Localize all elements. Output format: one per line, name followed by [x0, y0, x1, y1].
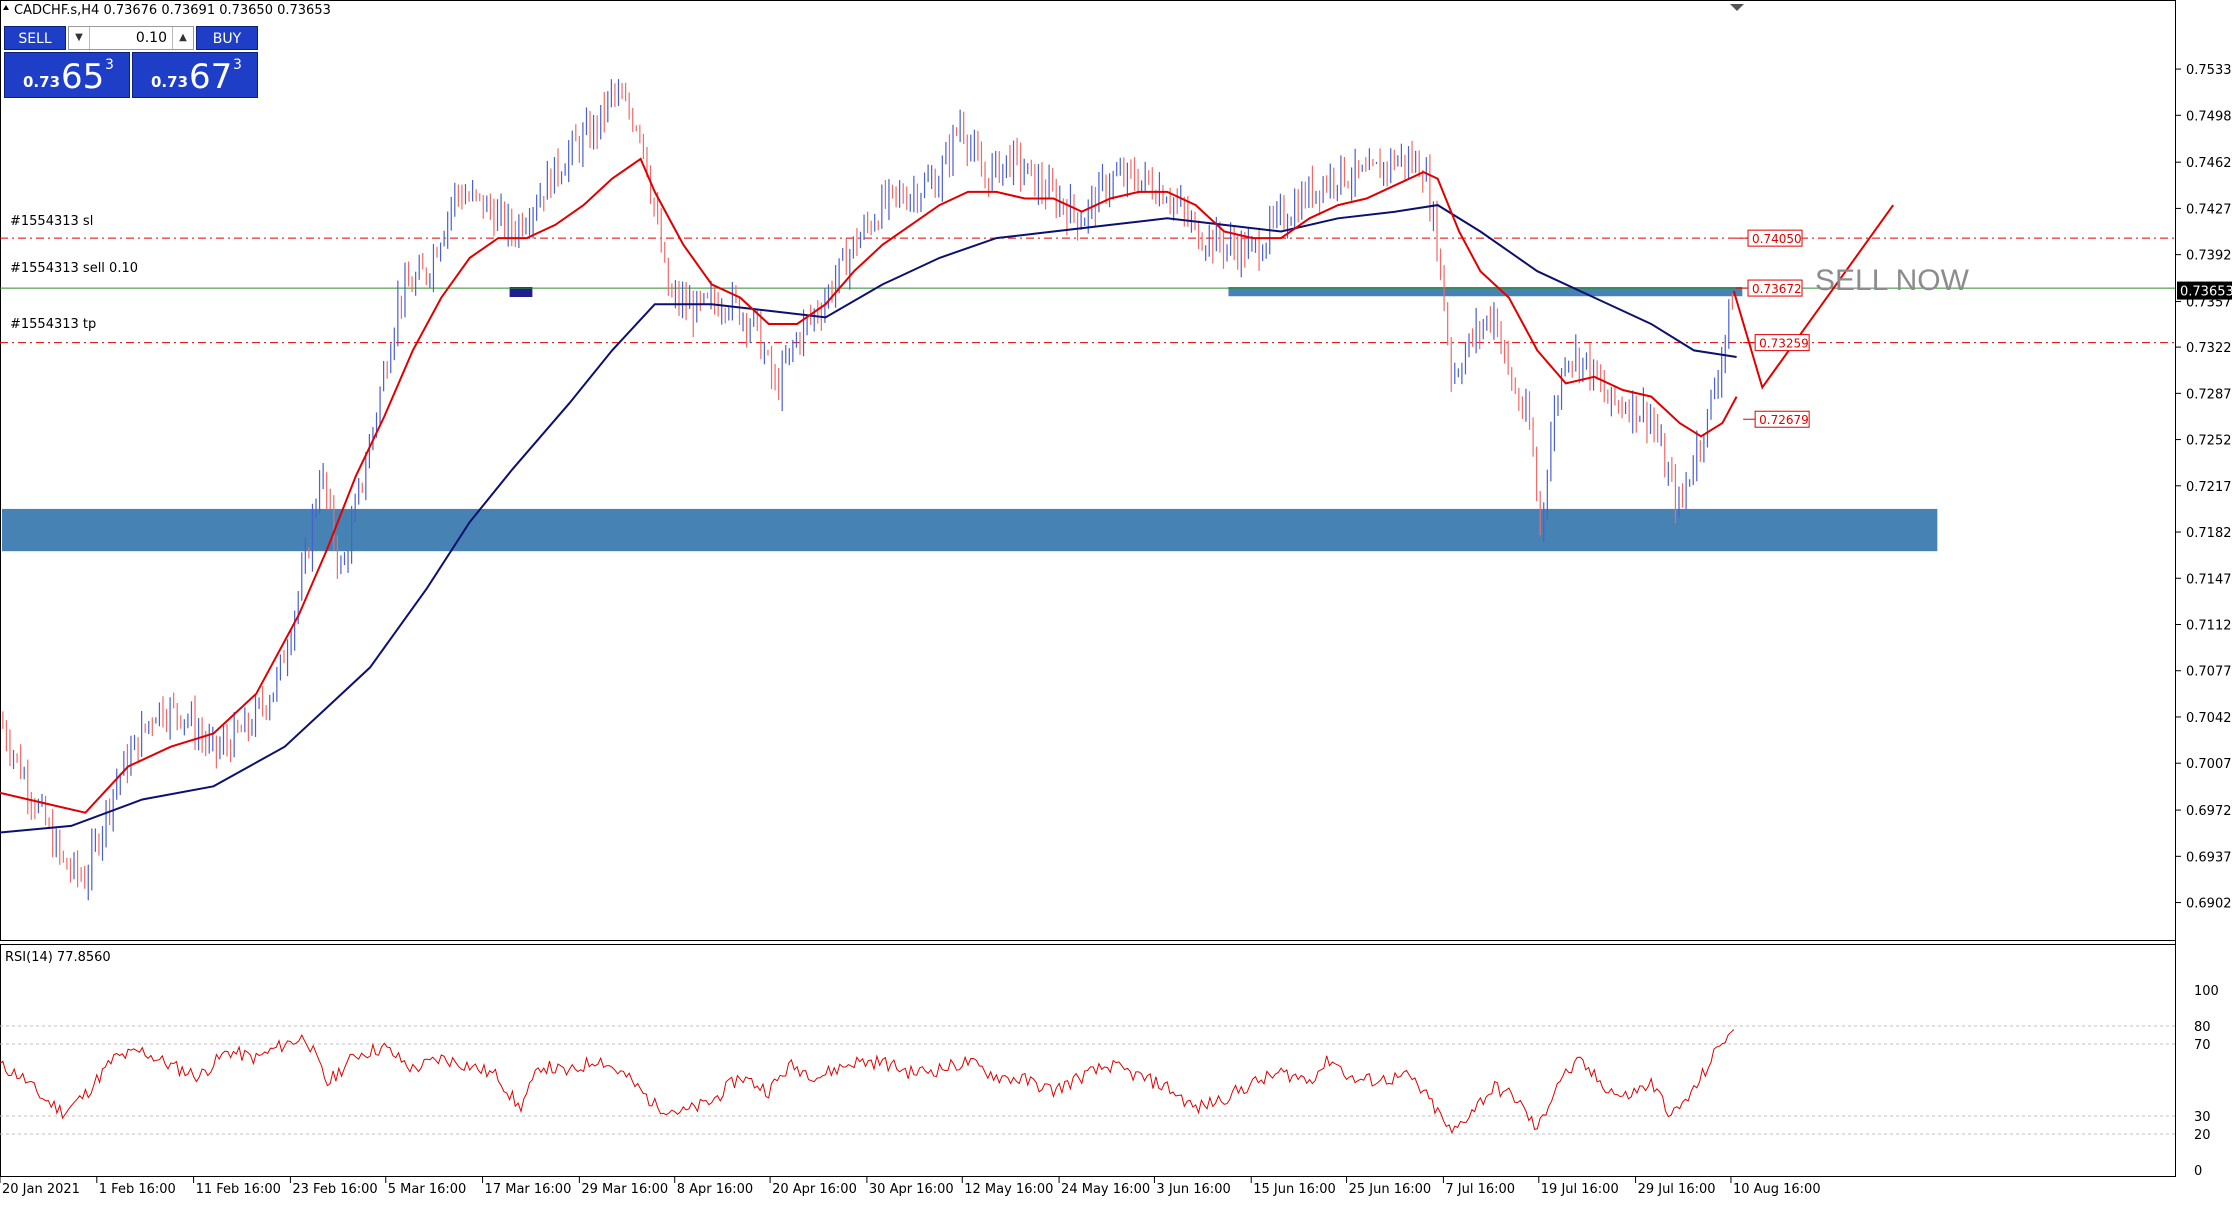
- time-tick-label: 3 Jun 16:00: [1156, 1182, 1230, 1197]
- rsi-line: [0, 1029, 1735, 1135]
- sell-now-annotation: SELL NOW: [1815, 264, 1970, 297]
- price-tick-label: 0.74275: [2186, 202, 2232, 217]
- rsi-tick-label: 20: [2194, 1128, 2211, 1143]
- scroll-marker-icon[interactable]: [1730, 4, 1744, 11]
- price-tick-label: 0.71125: [2186, 618, 2232, 633]
- rsi-tick-label: 80: [2194, 1020, 2211, 1035]
- price-chart[interactable]: 0.75330 0.74980 0.74625 0.74275 0.73925 0.73 5…: [0, 0, 2232, 1207]
- time-tick-label: 11 Feb 16:00: [196, 1182, 281, 1197]
- time-tick-label: 20 Apr 16:00: [772, 1182, 857, 1197]
- rsi-label: RSI(14) 77.8560: [5, 950, 111, 965]
- rsi-frame: [0, 944, 2176, 1177]
- price-tick-label: 0.70075: [2186, 757, 2232, 772]
- sell-button[interactable]: SELL: [4, 26, 66, 50]
- time-tick-label: 1 Feb 16:00: [99, 1182, 176, 1197]
- lot-size-field[interactable]: ▼ 0.10 ▲: [68, 26, 194, 50]
- rsi-axis: 100 80 70 30 20 0: [2194, 984, 2219, 1179]
- sell-price-fraction: 3: [105, 57, 114, 73]
- price-tag-label: 0.74050: [1752, 232, 1802, 246]
- buy-price-pips: 67: [189, 57, 233, 97]
- price-tag-label: 0.73672: [1752, 282, 1802, 296]
- price-tick-label: 0.70425: [2186, 711, 2232, 726]
- rsi-tick-label: 30: [2194, 1110, 2211, 1125]
- lot-decrease-icon[interactable]: ▼: [69, 27, 90, 49]
- price-tick-label: 0.75330: [2186, 63, 2232, 78]
- sell-price-pips: 65: [61, 57, 105, 97]
- order-sell-label: #1554313 sell 0.10: [10, 261, 138, 276]
- rsi-grid: [0, 1025, 2175, 1135]
- price-tick-label: 0.71475: [2186, 572, 2232, 587]
- ema-fast-line: [0, 157, 1738, 814]
- time-tick-label: 24 May 16:00: [1061, 1182, 1150, 1197]
- time-tick-label: 8 Apr 16:00: [677, 1182, 754, 1197]
- price-tick-label: 0.74625: [2186, 156, 2232, 171]
- price-tick-label: 0.73225: [2186, 341, 2232, 356]
- demand-zone[interactable]: [2, 508, 1938, 552]
- price-tick-label: 0.71825: [2186, 526, 2232, 541]
- time-tick-label: 15 Jun 16:00: [1253, 1182, 1336, 1197]
- price-tick-label: 0.72175: [2186, 480, 2232, 495]
- rsi-tick-label: 0: [2194, 1164, 2202, 1179]
- buy-price-fraction: 3: [233, 57, 242, 73]
- price-tick-label: 0.72875: [2186, 387, 2232, 402]
- time-axis: 20 Jan 2021 1 Feb 16:00 11 Feb 16:00 23 Feb…: [0, 1177, 1821, 1197]
- price-tick-label: 0.69020: [2186, 897, 2232, 912]
- price-axis: 0.753300.749800.746250.742750.739250.735…: [2175, 63, 2232, 912]
- sell-price-quote[interactable]: 0.73 65 3: [4, 52, 130, 98]
- sell-price-prefix: 0.73: [23, 73, 61, 91]
- time-tick-label: 10 Aug 16:00: [1733, 1182, 1821, 1197]
- buy-price-quote[interactable]: 0.73 67 3: [132, 52, 258, 98]
- price-tick-label: 0.69720: [2186, 804, 2232, 819]
- buy-price-prefix: 0.73: [151, 73, 189, 91]
- lot-size-value[interactable]: 0.10: [91, 27, 171, 49]
- chart-menu-icon[interactable]: [3, 5, 9, 10]
- order-sl-label: #1554313 sl: [10, 214, 93, 229]
- price-tick-label: 0.72525: [2186, 434, 2232, 449]
- price-tick-label: 0.69370: [2186, 850, 2232, 865]
- rsi-tick-label: 100: [2194, 984, 2219, 999]
- price-tick-label: 0.73925: [2186, 249, 2232, 264]
- main-chart-frame: [0, 0, 2176, 941]
- order-tp-label: #1554313 tp: [10, 317, 96, 332]
- price-tag-label: 0.72679: [1759, 413, 1809, 427]
- candles: [2, 79, 1733, 901]
- time-tick-label: 5 Mar 16:00: [388, 1182, 467, 1197]
- time-tick-label: 20 Jan 2021: [2, 1182, 80, 1197]
- time-tick-label: 7 Jul 16:00: [1445, 1182, 1515, 1197]
- time-tick-label: 25 Jun 16:00: [1349, 1182, 1432, 1197]
- time-tick-label: 29 Mar 16:00: [581, 1182, 668, 1197]
- rsi-tick-label: 70: [2194, 1038, 2211, 1053]
- time-tick-label: 23 Feb 16:00: [292, 1182, 377, 1197]
- buy-button[interactable]: BUY: [196, 26, 258, 50]
- symbol-info: CADCHF.s,H4 0.73676 0.73691 0.73650 0.73…: [14, 3, 331, 18]
- lot-increase-icon[interactable]: ▲: [172, 27, 193, 49]
- one-click-trading-panel: SELL ▼ 0.10 ▲ BUY 0.73 65 3 0.73 67 3: [4, 26, 258, 98]
- time-tick-label: 29 Jul 16:00: [1638, 1182, 1716, 1197]
- price-tick-label: 0.74980: [2186, 109, 2232, 124]
- time-tick-label: 19 Jul 16:00: [1541, 1182, 1619, 1197]
- time-tick-label: 30 Apr 16:00: [869, 1182, 954, 1197]
- time-tick-label: 12 May 16:00: [964, 1182, 1053, 1197]
- price-tags: 0.74050 0.73672 0.73259 0.72679 0.73653: [1736, 229, 2232, 428]
- price-tick-label: 0.70775: [2186, 665, 2232, 680]
- time-tick-label: 17 Mar 16:00: [485, 1182, 572, 1197]
- current-price-label: 0.73653: [2180, 285, 2232, 300]
- price-tag-label: 0.73259: [1759, 337, 1809, 351]
